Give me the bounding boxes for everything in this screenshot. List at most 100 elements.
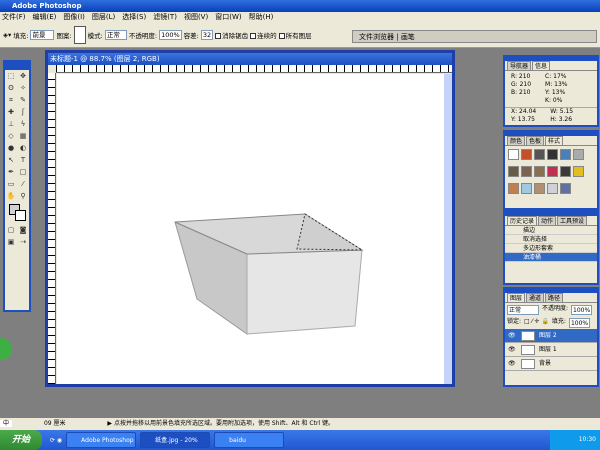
menu-select[interactable]: 选择(S) (122, 13, 146, 21)
blur-tool-icon[interactable]: ● (6, 143, 16, 153)
color-swatches[interactable] (5, 202, 29, 224)
stamp-tool-icon[interactable]: ⊥ (6, 119, 16, 129)
slice-tool-icon[interactable]: ✎ (18, 95, 28, 105)
history-item[interactable]: 描边 (505, 226, 597, 235)
history-item[interactable]: 取消选择 (505, 235, 597, 244)
style-none[interactable] (508, 149, 519, 160)
notes-tool-icon[interactable]: ▭ (6, 179, 16, 189)
style-swatch[interactable] (573, 149, 584, 160)
tab-paths[interactable]: 路径 (545, 293, 564, 302)
eye-icon[interactable]: 👁 (508, 357, 516, 371)
fill-select[interactable]: 前景 (30, 30, 55, 40)
mode-select[interactable]: 正常 (104, 30, 127, 40)
all-layers-checkbox[interactable]: 所有图层 (278, 30, 312, 40)
pattern-picker[interactable] (73, 26, 86, 44)
task-photoshop[interactable]: Adobe Photoshop (66, 432, 137, 448)
history-item-selected[interactable]: 油漆桶 (505, 253, 597, 262)
layer-row[interactable]: 👁 背景 (505, 357, 597, 371)
style-swatch[interactable] (534, 183, 545, 194)
layer-fill-input[interactable]: 100% (568, 318, 591, 328)
start-button[interactable]: 开始 (0, 430, 42, 450)
style-swatch[interactable] (508, 166, 519, 177)
tab-styles[interactable]: 样式 (545, 136, 564, 145)
gradient-tool-icon[interactable]: ▦ (18, 131, 28, 141)
quickmask-mode-icon[interactable]: ◙ (18, 225, 28, 235)
lasso-tool-icon[interactable]: ʘ (6, 83, 16, 93)
move-tool-icon[interactable]: ✥ (18, 71, 28, 81)
tolerance-input[interactable]: 32 (200, 30, 214, 40)
tab-info[interactable]: 信息 (532, 61, 551, 70)
path-select-icon[interactable]: ↖ (6, 155, 16, 165)
style-swatch[interactable] (508, 183, 519, 194)
screen-mode-icon[interactable]: ▣ (6, 237, 16, 247)
pen-tool-icon[interactable]: ✒ (6, 167, 16, 177)
dodge-tool-icon[interactable]: ◐ (18, 143, 28, 153)
jump-to-imageready-icon[interactable]: ⇢ (18, 237, 28, 247)
brush-tool-icon[interactable]: ʃ (18, 107, 28, 117)
hand-tool-icon[interactable]: ✋ (6, 191, 16, 201)
crop-tool-icon[interactable]: ⌗ (6, 95, 16, 105)
tab-actions[interactable]: 动作 (538, 216, 557, 225)
menu-help[interactable]: 帮助(H) (249, 13, 274, 21)
canvas[interactable] (57, 74, 444, 384)
blend-mode-select[interactable]: 正常 (507, 305, 539, 315)
layer-opacity-input[interactable]: 100% (571, 305, 593, 315)
well-brushes[interactable]: 画笔 (401, 33, 415, 41)
paint-bucket-icon[interactable]: ◈▾ (3, 31, 11, 39)
healing-brush-icon[interactable]: ✚ (6, 107, 16, 117)
eye-icon[interactable]: 👁 (508, 343, 516, 357)
tab-swatches[interactable]: 色板 (526, 136, 545, 145)
quick-launch-icons[interactable]: ⟳ ◉ (50, 437, 62, 444)
tab-history[interactable]: 历史记录 (507, 216, 538, 225)
opacity-input[interactable]: 100% (159, 30, 182, 40)
menu-layer[interactable]: 图层(L) (92, 13, 115, 21)
eyedropper-icon[interactable]: ⁄ (18, 179, 28, 189)
vertical-scrollbar[interactable] (444, 74, 452, 384)
tab-navigator[interactable]: 导航器 (507, 61, 532, 70)
task-baidu[interactable]: baidu (214, 432, 285, 448)
style-swatch[interactable] (521, 183, 532, 194)
style-swatch[interactable] (547, 183, 558, 194)
layer-row[interactable]: 👁 图层 2 (505, 329, 597, 343)
g-value: 210 (519, 81, 532, 88)
style-swatch[interactable] (534, 149, 545, 160)
floating-green-button[interactable] (0, 338, 12, 360)
ime-indicator[interactable]: 中 (0, 420, 13, 427)
magic-wand-icon[interactable]: ✧ (18, 83, 28, 93)
menu-file[interactable]: 文件(F) (2, 13, 26, 21)
style-swatch[interactable] (560, 183, 571, 194)
style-swatch[interactable] (547, 166, 558, 177)
menu-image[interactable]: 图像(I) (63, 13, 85, 21)
style-swatch[interactable] (547, 149, 558, 160)
lock-icons[interactable]: □ ⁄ ✛ 🔒 (524, 318, 549, 328)
toolbox-header[interactable] (5, 62, 29, 70)
type-tool-icon[interactable]: T (18, 155, 28, 165)
tab-color[interactable]: 颜色 (507, 136, 526, 145)
style-swatch[interactable] (573, 166, 584, 177)
eraser-tool-icon[interactable]: ◇ (6, 131, 16, 141)
menu-edit[interactable]: 编辑(E) (33, 13, 57, 21)
history-brush-icon[interactable]: ϟ (18, 119, 28, 129)
task-image[interactable]: 纸盒.jpg - 20% (140, 432, 211, 448)
style-swatch[interactable] (521, 149, 532, 160)
layer-row[interactable]: 👁 图层 1 (505, 343, 597, 357)
style-swatch[interactable] (560, 149, 571, 160)
well-file-browser[interactable]: 文件浏览器 (359, 33, 394, 41)
tab-tool-presets[interactable]: 工具预设 (557, 216, 588, 225)
shape-tool-icon[interactable]: □ (18, 167, 28, 177)
antialias-checkbox[interactable]: 消除锯齿 (215, 30, 248, 40)
menu-filter[interactable]: 滤镜(T) (153, 13, 177, 21)
style-swatch[interactable] (534, 166, 545, 177)
history-item[interactable]: 多边形套索 (505, 244, 597, 253)
style-swatch[interactable] (560, 166, 571, 177)
menu-view[interactable]: 视图(V) (184, 13, 208, 21)
tab-channels[interactable]: 通道 (526, 293, 545, 302)
standard-mode-icon[interactable]: ▢ (6, 225, 16, 235)
zoom-tool-icon[interactable]: ⚲ (18, 191, 28, 201)
marquee-tool-icon[interactable]: ⬚ (6, 71, 16, 81)
eye-icon[interactable]: 👁 (508, 329, 516, 343)
menu-window[interactable]: 窗口(W) (215, 13, 241, 21)
tab-layers[interactable]: 图层 (507, 293, 526, 302)
contiguous-checkbox[interactable]: 连续的 (250, 30, 277, 40)
style-swatch[interactable] (521, 166, 532, 177)
